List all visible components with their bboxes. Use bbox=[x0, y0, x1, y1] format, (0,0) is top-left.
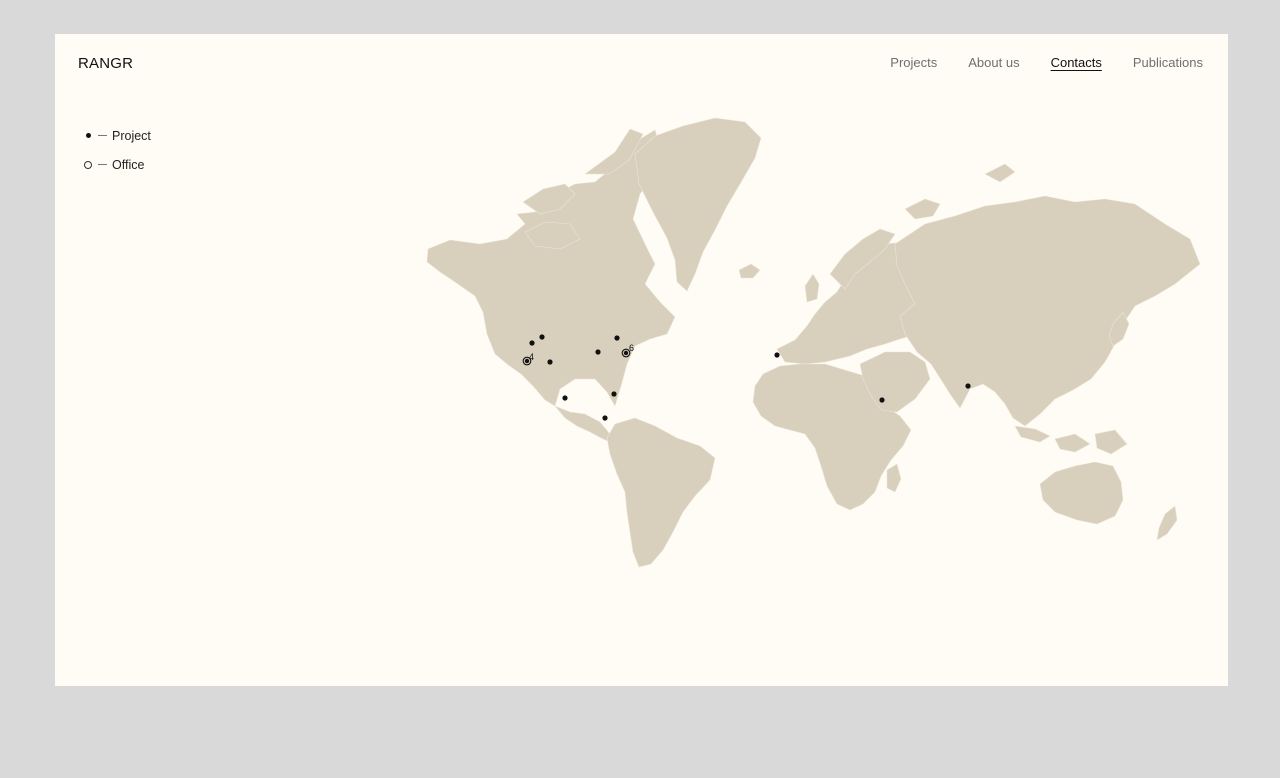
project-marker[interactable] bbox=[529, 340, 535, 346]
project-marker[interactable] bbox=[595, 349, 601, 355]
project-marker[interactable] bbox=[562, 395, 568, 401]
project-marker[interactable] bbox=[879, 397, 885, 403]
land-madagascar bbox=[886, 463, 902, 493]
page-container: RANGR Projects About us Contacts Publica… bbox=[55, 34, 1228, 686]
world-map: 4 6 bbox=[426, 117, 1201, 568]
office-count-label: 6 bbox=[629, 343, 634, 353]
land-asia bbox=[894, 195, 1201, 427]
project-marker[interactable] bbox=[602, 415, 608, 421]
office-count-label: 4 bbox=[529, 352, 534, 362]
project-marker[interactable] bbox=[614, 335, 620, 341]
land-iceland bbox=[738, 263, 761, 279]
project-marker[interactable] bbox=[539, 334, 545, 340]
land-central-america bbox=[554, 405, 616, 445]
land-se-asia-islands bbox=[1014, 425, 1128, 455]
land-masses bbox=[426, 117, 1201, 568]
project-marker[interactable] bbox=[611, 391, 617, 397]
project-marker[interactable] bbox=[774, 352, 780, 358]
land-uk bbox=[804, 273, 820, 303]
land-south-america bbox=[606, 417, 716, 568]
project-marker[interactable] bbox=[965, 383, 971, 389]
land-australia bbox=[1039, 461, 1124, 525]
land-new-zealand bbox=[1156, 505, 1178, 541]
project-marker[interactable] bbox=[547, 359, 553, 365]
